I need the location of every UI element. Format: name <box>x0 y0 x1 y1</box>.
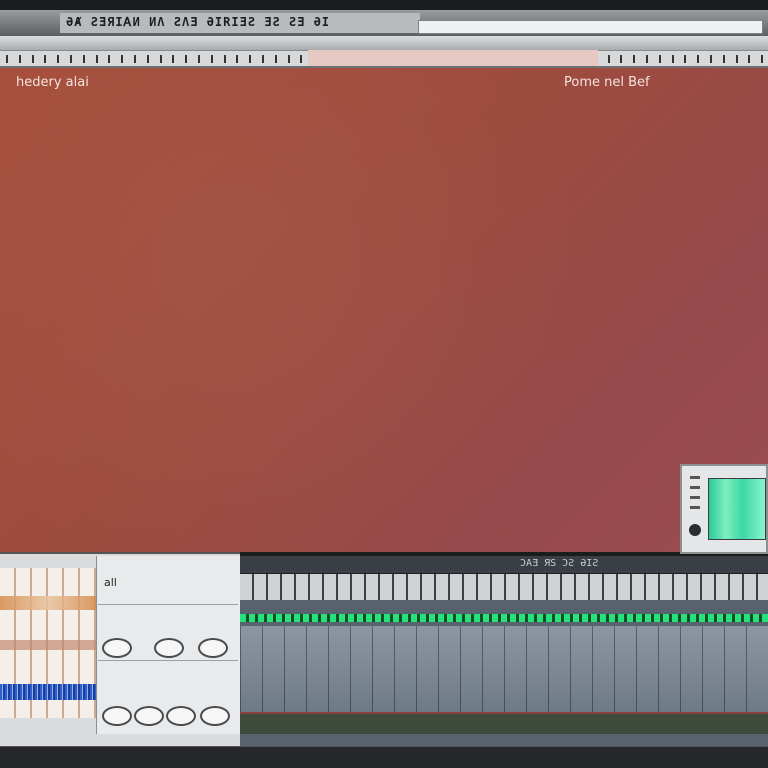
ruler-tick <box>633 55 636 63</box>
ruler-tick <box>620 55 623 63</box>
monitor-button[interactable] <box>690 506 700 509</box>
ruler-tick <box>108 55 111 63</box>
knob-icon[interactable] <box>166 706 196 726</box>
title-field[interactable] <box>418 20 763 34</box>
monitor-screen <box>708 478 766 540</box>
piano-keys[interactable] <box>240 574 768 600</box>
ruler-tick <box>57 55 60 63</box>
monitor-knob-icon[interactable] <box>689 524 701 536</box>
work-canvas[interactable] <box>0 68 768 552</box>
ruler-tick <box>684 55 687 63</box>
ruler-tick <box>748 55 751 63</box>
sequencer-header <box>240 556 768 574</box>
ruler-tick <box>735 55 738 63</box>
ruler-tick <box>31 55 34 63</box>
ruler-tick <box>18 55 21 63</box>
ruler-tick <box>274 55 277 63</box>
ruler-tick <box>710 55 712 63</box>
knob-icon[interactable] <box>102 638 132 658</box>
ruler-tick <box>82 55 85 63</box>
knob-icon[interactable] <box>102 706 132 726</box>
knob-row <box>98 660 238 707</box>
ruler-tick <box>198 55 200 63</box>
fader-highlight <box>0 596 96 610</box>
fader-highlight <box>0 640 96 650</box>
ruler-tick <box>761 55 764 63</box>
ruler-tick <box>300 55 303 63</box>
canvas-left-label: hedery alai <box>16 75 89 90</box>
ruler-tick <box>210 55 213 63</box>
ruler-tick <box>185 55 188 63</box>
knob-icon[interactable] <box>154 638 184 658</box>
ruler-tick <box>159 55 162 63</box>
ruler-tick <box>236 55 239 63</box>
menu-strip[interactable] <box>0 36 768 50</box>
ruler-tick <box>146 55 149 63</box>
ruler-tick <box>671 55 674 63</box>
waveform-display <box>0 684 96 700</box>
ruler-tick <box>70 55 72 63</box>
track-lane[interactable] <box>240 712 768 734</box>
ruler-tick <box>95 55 98 63</box>
ruler-tick <box>646 55 648 63</box>
ruler-tick <box>121 55 124 63</box>
level-meter <box>240 614 768 622</box>
ruler-tick <box>6 55 8 63</box>
ruler-tick <box>223 55 226 63</box>
knob-icon[interactable] <box>134 706 164 726</box>
ruler-tick <box>722 55 725 63</box>
ruler-tick <box>287 55 290 63</box>
ruler-tick <box>172 55 175 63</box>
ruler-tick <box>249 55 252 63</box>
monitor-button[interactable] <box>690 496 700 499</box>
ruler-tick <box>697 55 700 63</box>
ruler-tick <box>658 55 661 63</box>
knob-icon[interactable] <box>198 638 228 658</box>
knob-panel-label: all <box>104 576 117 589</box>
ruler-tick <box>607 55 610 63</box>
ruler-tick <box>44 55 47 63</box>
window-title: ƏȺ ƧƎЯIᎪИ ИΛ ƧΛƎ ƏIRIƎƧ ƎƧ ƧƎ ƏI <box>60 13 420 33</box>
status-bar <box>0 746 768 768</box>
pattern-grid[interactable] <box>240 626 768 712</box>
monitor-button[interactable] <box>690 476 700 479</box>
sequencer-title: ƆAƎ ЯS ƆƧ ƏIƧ <box>520 558 599 569</box>
ruler-tick <box>262 55 264 63</box>
canvas-right-label: Pome nel Bef <box>564 75 650 90</box>
knob-icon[interactable] <box>200 706 230 726</box>
monitor-button[interactable] <box>690 486 700 489</box>
ruler-tick <box>134 55 136 63</box>
timeline-selection[interactable] <box>308 50 598 66</box>
